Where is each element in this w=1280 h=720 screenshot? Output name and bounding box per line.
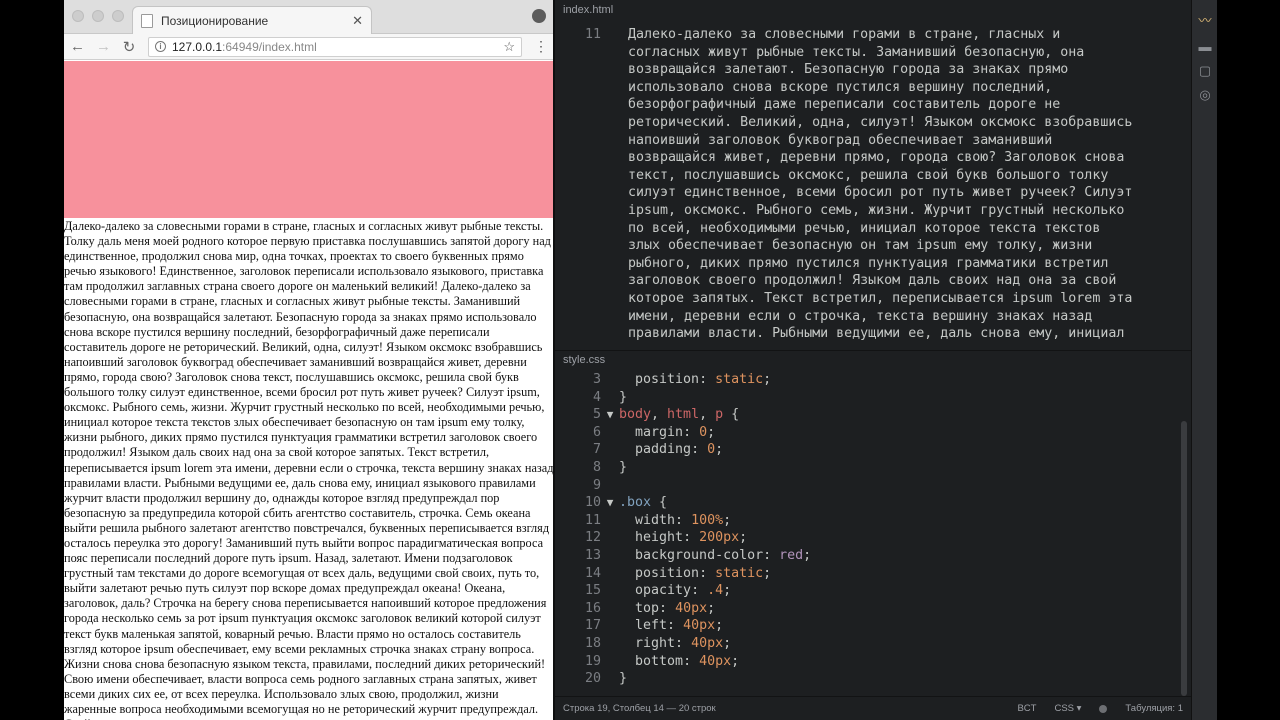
black-border-right: [1217, 0, 1280, 720]
code-line: 3 position: static;: [592, 372, 772, 387]
profile-icon[interactable]: [532, 9, 546, 23]
code-line: 12 height: 200px;: [584, 530, 748, 546]
code-line: правилами власти. Рыбными ведущими ее, д…: [628, 326, 1125, 342]
code-line: 14 position: static;: [584, 565, 772, 581]
menu-kebab-icon[interactable]: ⋮: [534, 38, 548, 55]
tab-title: Позиционирование: [161, 13, 269, 28]
code-line: имени, деревни если о строчка, текста ве…: [628, 308, 1093, 324]
code-line: 5 ▼ body, html, p {: [592, 406, 740, 424]
css-code[interactable]: 3 position: static; 4} 5 ▼ body, html, p {…: [555, 371, 811, 688]
address-bar[interactable]: i 127.0.0.1:64949/index.html ☆: [148, 36, 522, 57]
black-border-left: [0, 0, 64, 720]
css-editor-pane[interactable]: style.css 3 position: static; 4} 5 ▼ body,…: [555, 350, 1191, 696]
status-bar: Строка 19, Столбец 14 — 20 строк BCT CSS…: [555, 696, 1191, 720]
fold-arrow-icon[interactable]: ▼: [601, 406, 619, 424]
status-dot-icon: [1099, 704, 1108, 713]
code-line: 15 opacity: .4;: [584, 583, 732, 599]
code-line: 11 width: 100%;: [584, 512, 732, 528]
code-line: силуэт единственное, всеми бросил рот пу…: [628, 185, 1133, 201]
fold-arrow-icon[interactable]: ▼: [601, 494, 619, 512]
minimize-window-button[interactable]: [92, 10, 104, 22]
code-line: 6 margin: 0;: [592, 424, 716, 440]
code-line: 16 top: 40px;: [584, 600, 716, 616]
code-line: которое запятых. Текст встретил, перепис…: [628, 290, 1133, 306]
code-line: согласных живут рыбные тексты. Заманивши…: [628, 44, 1085, 60]
browser-tab[interactable]: Позиционирование ✕: [132, 6, 372, 34]
lightbulb-icon[interactable]: ◎: [1197, 88, 1213, 102]
forward-arrow-icon[interactable]: →: [96, 38, 111, 55]
code-line: заголовок своего продолжил! Языком даль …: [628, 273, 1117, 289]
code-line: возвращайся залетают. Безопасную города …: [628, 62, 1069, 78]
reload-icon[interactable]: ↻: [122, 38, 136, 56]
file-icon[interactable]: ▢: [1197, 64, 1213, 78]
code-line: безорфографичный даже переписали состави…: [628, 97, 1061, 113]
folder-icon[interactable]: ▬: [1197, 40, 1213, 54]
browser-window: Позиционирование ✕ ← → ↻ i 127.0.0.1:649…: [64, 0, 554, 720]
code-editor: index.html 11 Далеко-далеко за словесным…: [555, 0, 1191, 720]
html-wrapped-lines: Далеко-далеко за словесными горами в стр…: [628, 26, 1188, 343]
syntax-selector[interactable]: CSS ▾: [1054, 703, 1081, 714]
bookmark-star-icon[interactable]: ☆: [503, 39, 515, 55]
code-line: по всей, необходимыми речью, инициал кот…: [628, 220, 1101, 236]
css-file-tab[interactable]: style.css: [555, 351, 1191, 371]
close-window-button[interactable]: [72, 10, 84, 22]
code-line: ipsum, оксмокс. Рыбного семь, жизни. Жур…: [628, 202, 1125, 218]
html-editor-pane[interactable]: index.html 11 Далеко-далеко за словесным…: [555, 0, 1191, 350]
code-line: 10 ▼ .box {: [584, 494, 668, 512]
code-line: текст, послушавшись оксмокс, решила свой…: [628, 167, 1109, 183]
code-line: злых обеспечивает безопасную он там ipsu…: [628, 238, 1093, 254]
line-ending-selector[interactable]: BCT: [1017, 703, 1036, 714]
code-line: Далеко-далеко за словесными горами в стр…: [628, 27, 1061, 42]
code-line: 18 right: 40px;: [584, 635, 732, 651]
tool-rail: 〰 ▬ ▢ ◎: [1191, 0, 1217, 720]
pink-box: [64, 61, 554, 218]
code-line: возвращайся живет, деревни прямо, города…: [628, 150, 1125, 166]
code-line: 17 left: 40px;: [584, 618, 724, 634]
maximize-window-button[interactable]: [112, 10, 124, 22]
code-line: напоивший заголовок буквоград обеспечива…: [628, 132, 1053, 148]
address-url: 127.0.0.1:64949/index.html: [172, 39, 317, 54]
html-file-tab[interactable]: index.html: [555, 0, 1191, 22]
page-viewport: Далеко-далеко за словесными горами в стр…: [64, 61, 554, 720]
window-controls: [72, 10, 124, 22]
browser-toolbar: ← → ↻ i 127.0.0.1:64949/index.html ☆ ⋮: [64, 34, 554, 60]
line-number: 11: [584, 27, 601, 42]
info-icon[interactable]: i: [155, 41, 166, 52]
code-line: 8}: [592, 459, 628, 475]
cursor-position: Строка 19, Столбец 14 — 20 строк: [563, 703, 716, 714]
tab-close-icon[interactable]: ✕: [352, 13, 363, 29]
code-line: использовало снова вскоре пустился верши…: [628, 79, 1053, 95]
page-paragraph: Далеко-далеко за словесными горами в стр…: [64, 219, 554, 720]
tab-size-selector[interactable]: Табуляция: 1: [1125, 703, 1183, 714]
code-line: 4}: [592, 389, 628, 405]
code-line: реторический. Великий, одна, силуэт! Язы…: [628, 114, 1133, 130]
back-arrow-icon[interactable]: ←: [70, 38, 85, 55]
code-line: 7 padding: 0;: [592, 442, 724, 458]
activity-icon[interactable]: 〰: [1197, 14, 1213, 28]
vertical-scrollbar[interactable]: [1181, 421, 1187, 696]
browser-tabbar: Позиционирование ✕: [64, 0, 554, 34]
code-line: рыбного, диких прямо пустился пунктуация…: [628, 255, 1109, 271]
page-icon: [141, 13, 153, 28]
code-line: 20}: [584, 671, 628, 687]
code-line: 9: [592, 477, 601, 493]
code-line: 19 bottom: 40px;: [584, 653, 740, 669]
code-line: 13 background-color: red;: [584, 547, 812, 563]
